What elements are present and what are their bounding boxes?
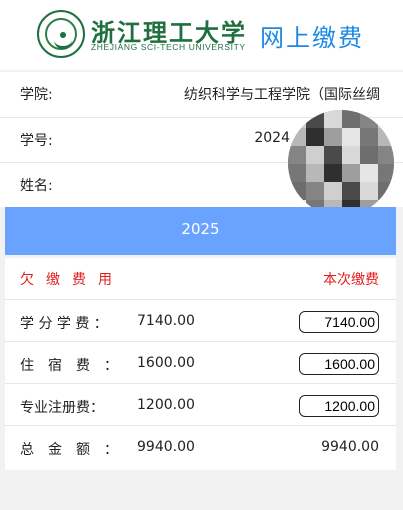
logo-inner-ring [45,18,77,50]
payment-input-tuition[interactable] [299,311,379,333]
name-label: 姓名: [20,178,53,194]
header: 浙江理工大学 ZHEJIANG SCI-TECH UNIVERSITY 网上缴费 [0,0,403,70]
avatar-pixel [288,128,306,146]
avatar-pixel [360,128,378,146]
fee-due: 1200.00 [137,397,195,413]
avatar-pixel [342,146,360,164]
student-avatar [288,110,394,216]
header-current-payment: 本次缴费 [323,272,379,288]
school-name-en: ZHEJIANG SCI-TECH UNIVERSITY [91,42,246,52]
header-outstanding-fees: 欠缴费用 [20,272,124,288]
avatar-pixel [342,128,360,146]
year-tab[interactable]: 2025 [5,207,396,255]
fee-table-header: 欠缴费用 本次缴费 [5,258,396,299]
college-label: 学院: [20,87,53,103]
fee-due: 1600.00 [137,355,195,371]
avatar-pixel [288,110,306,128]
avatar-pixel [324,128,342,146]
avatar-pixel [306,182,324,200]
avatar-pixel [306,164,324,182]
fee-due: 7140.00 [137,313,195,329]
avatar-pixel [342,110,360,128]
avatar-pixel [342,164,360,182]
payment-input-registration[interactable] [299,395,379,417]
logo-dot [60,32,66,38]
avatar-pixel [288,182,306,200]
student-id-value: 2024 [254,130,290,146]
total-payment: 9940.00 [321,439,379,455]
avatar-pixel [360,182,378,200]
avatar-pixel [378,164,394,182]
avatar-pixel [378,146,394,164]
fee-row-total: 总 金 额 ： 9940.00 9940.00 [5,425,396,468]
year-label: 2025 [181,220,220,238]
avatar-pixel [324,164,342,182]
avatar-pixel [324,146,342,164]
college-value: 纺织科学与工程学院（国际丝绸 [184,87,380,103]
avatar-pixel [288,146,306,164]
avatar-pixel [324,110,342,128]
avatar-pixel [378,128,394,146]
avatar-pixel [324,182,342,200]
fee-name: 专业注册费： [20,400,104,416]
avatar-pixel [306,146,324,164]
avatar-pixel [378,182,394,200]
avatar-pixel [360,110,378,128]
avatar-pixel [378,110,394,128]
payment-input-accommodation[interactable] [299,353,379,375]
avatar-pixel [360,164,378,182]
fee-name: 学 分 学 费 ： [20,316,108,332]
avatar-pixel [306,110,324,128]
avatar-pixel [306,128,324,146]
avatar-pixel [360,146,378,164]
logo-wave [54,40,72,49]
total-due: 9940.00 [137,439,195,455]
fee-name: 住 宿 费 ： [20,358,118,374]
university-logo-icon [37,10,85,58]
student-id-label: 学号: [20,133,53,149]
fee-row-tuition: 学 分 学 费 ： 7140.00 [5,299,396,342]
fee-table: 欠缴费用 本次缴费 学 分 学 费 ： 7140.00 住 宿 费 ： 1600… [5,258,396,470]
page-title: 网上缴费 [260,24,364,52]
fee-row-accommodation: 住 宿 费 ： 1600.00 [5,341,396,384]
avatar-pixel [288,164,306,182]
fee-row-registration: 专业注册费： 1200.00 [5,383,396,426]
avatar-pixel [342,182,360,200]
total-label: 总 金 额 ： [20,442,118,458]
